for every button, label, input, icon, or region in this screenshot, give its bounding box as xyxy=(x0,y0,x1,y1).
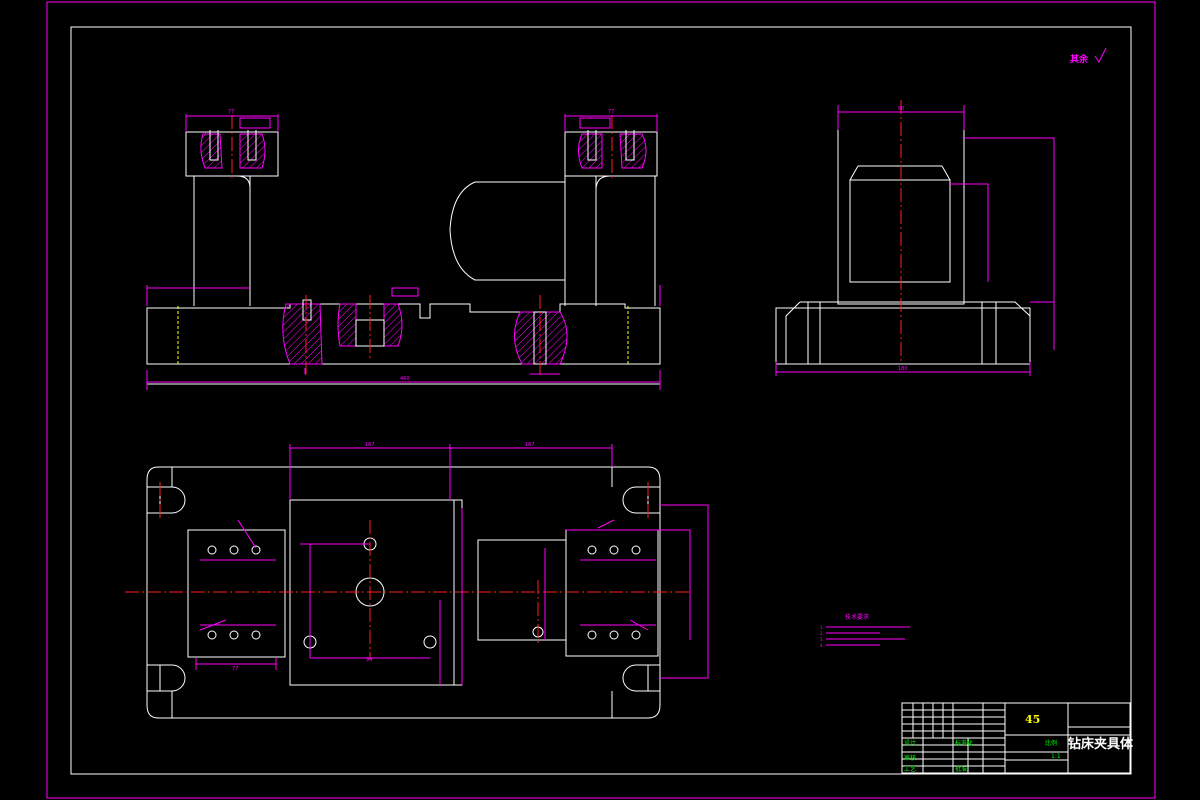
svg-text:设计: 设计 xyxy=(904,739,916,747)
svg-text:工艺: 工艺 xyxy=(904,765,916,773)
svg-text:1:1: 1:1 xyxy=(1051,753,1061,760)
svg-text:460: 460 xyxy=(400,376,410,382)
svg-text:77: 77 xyxy=(232,666,238,672)
svg-text:90: 90 xyxy=(898,106,904,112)
svg-text:1.: 1. xyxy=(820,625,824,630)
plan-view: 187 187 77 94 xyxy=(125,442,709,719)
svg-text:77: 77 xyxy=(608,109,614,115)
title-block: 45 钻床夹具体 设计 审核 工艺 标准化 批准 比例 1:1 xyxy=(901,702,1134,774)
side-view: 90 180 xyxy=(775,100,1055,376)
svg-text:审核: 审核 xyxy=(904,754,916,762)
svg-text:187: 187 xyxy=(365,442,375,448)
svg-text:180: 180 xyxy=(898,366,908,372)
tech-req-heading: 技术要求 xyxy=(845,613,869,621)
roughness-label: 其余 xyxy=(1070,53,1089,65)
front-view: 77 77 460 xyxy=(146,109,661,390)
svg-text:77: 77 xyxy=(228,109,234,115)
svg-text:94: 94 xyxy=(366,657,372,663)
roughness-symbol-icon xyxy=(1094,47,1107,63)
svg-text:比例: 比例 xyxy=(1045,739,1057,747)
technical-requirements: 技术要求 1. 2. 3. 4. xyxy=(820,613,910,648)
svg-text:2.: 2. xyxy=(820,631,824,636)
material-label: 45 xyxy=(1025,713,1040,726)
svg-text:批准: 批准 xyxy=(955,765,967,773)
drawing-title: 钻床夹具体 xyxy=(1068,736,1134,752)
cad-drawing: 其余 77 77 460 90 180 187 187 77 94 技术要求 1… xyxy=(46,1,1156,799)
svg-text:3.: 3. xyxy=(820,637,824,642)
outer-border xyxy=(46,1,1156,799)
svg-text:标准化: 标准化 xyxy=(955,739,973,747)
svg-text:187: 187 xyxy=(525,442,535,448)
svg-text:4.: 4. xyxy=(820,643,824,648)
